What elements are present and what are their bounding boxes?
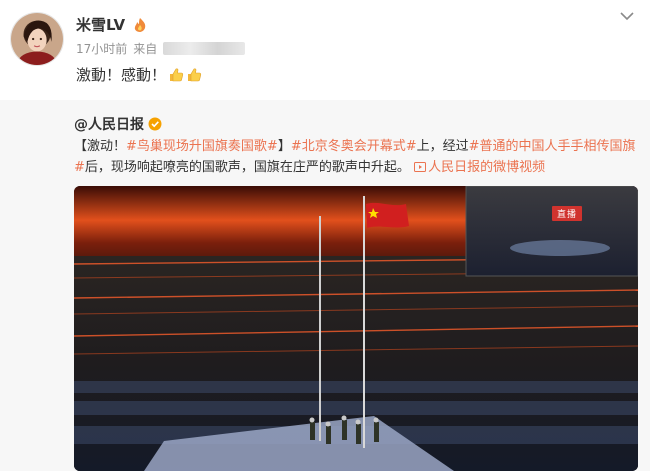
avatar[interactable]	[10, 12, 64, 66]
thumbs-up-icon	[168, 67, 184, 83]
verified-badge-icon	[148, 117, 162, 131]
repost-text-mid2: 上，经过	[416, 139, 469, 154]
username[interactable]: 米雪LV	[76, 14, 125, 35]
post-meta: 17小时前 来自	[76, 40, 246, 57]
repost-author-row: @人民日报	[74, 114, 162, 134]
source-device-blurred	[163, 42, 246, 55]
repost-author[interactable]: @人民日报	[74, 114, 144, 134]
chevron-down-icon[interactable]	[618, 8, 636, 22]
video-thumbnail[interactable]: 直播	[74, 186, 638, 471]
repost-card[interactable]: @人民日报 【激动！#鸟巢现场升国旗奏国歌#】#北京冬奥会开幕式#上，经过#普通…	[0, 100, 650, 471]
topic-link-stadium-anthem[interactable]: #鸟巢现场升国旗奏国歌#	[126, 139, 278, 154]
username-row: 米雪LV	[76, 14, 149, 35]
repost-text-mid3: 后，现场响起嘹亮的国歌声，国旗在庄严的歌声中升起。	[84, 160, 410, 175]
post-time[interactable]: 17小时前	[76, 40, 127, 57]
fire-level-icon[interactable]	[131, 17, 149, 33]
stadium-flag-raising-image	[74, 186, 638, 471]
thumbs-up-icon	[186, 67, 202, 83]
video-link-icon	[414, 158, 427, 172]
weibo-post: 米雪LV 17小时前 来自 激動！感動！ @人民日报 【激动！#鸟巢现场升国旗奏…	[0, 0, 650, 471]
post-body: 激動！感動！	[76, 66, 167, 84]
video-link[interactable]: 人民日报的微博视频	[414, 160, 545, 175]
video-link-label: 人民日报的微博视频	[428, 160, 546, 175]
repost-text-prefix: 【激动！	[74, 139, 127, 154]
post-text: 激動！感動！	[76, 64, 202, 85]
avatar-image	[11, 13, 63, 65]
repost-text: 【激动！#鸟巢现场升国旗奏国歌#】#北京冬奥会开幕式#上，经过#普通的中国人手手…	[74, 136, 640, 178]
live-badge: 直播	[552, 206, 583, 221]
repost-text-mid1: 】	[277, 139, 291, 154]
source-label: 来自	[133, 42, 158, 56]
topic-link-winter-olympics-opening[interactable]: #北京冬奥会开幕式#	[291, 139, 417, 154]
